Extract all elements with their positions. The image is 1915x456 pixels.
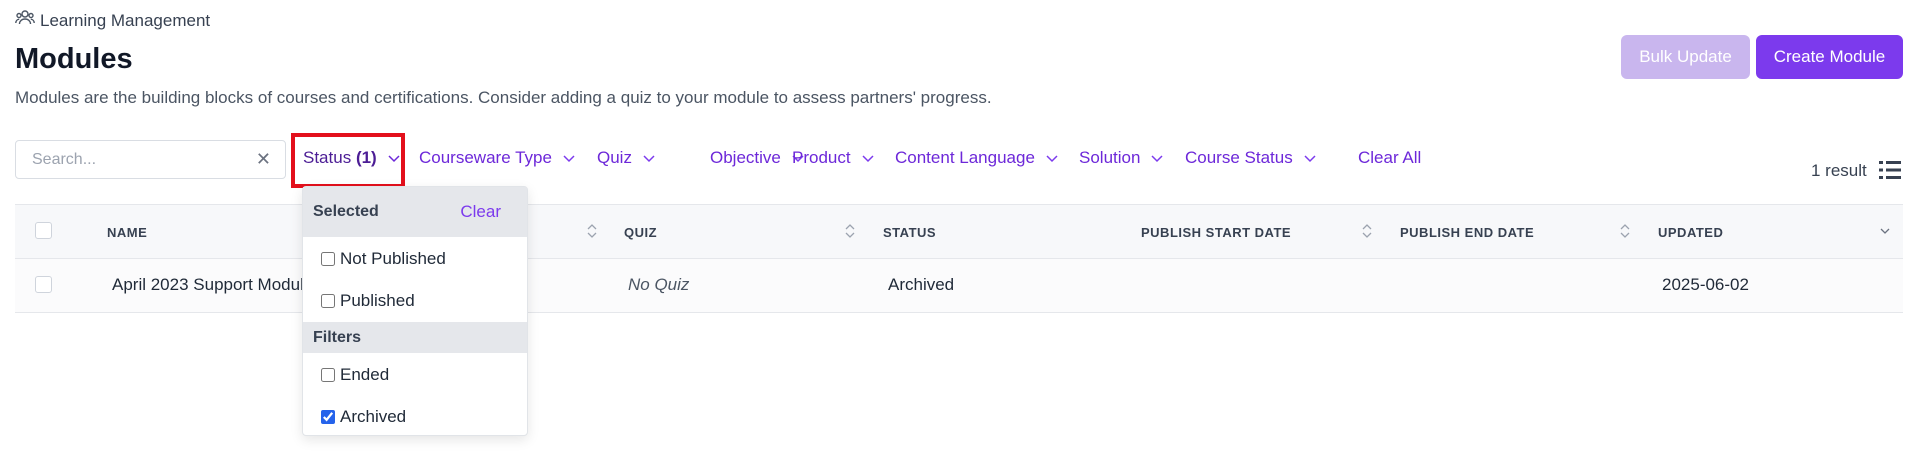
dropdown-selected-label: Selected [313, 203, 379, 220]
filter-content-language-label: Content Language [895, 148, 1035, 167]
clear-all-filters-link[interactable]: Clear All [1358, 148, 1421, 168]
filter-courseware-type[interactable]: Courseware Type [419, 148, 576, 168]
published-checkbox[interactable] [321, 294, 335, 308]
page-title: Modules [15, 43, 133, 75]
result-count: 1 result [1811, 161, 1867, 180]
filter-course-status[interactable]: Course Status [1185, 148, 1317, 168]
option-label: Archived [340, 407, 407, 426]
dropdown-clear-link[interactable]: Clear [460, 202, 501, 222]
filter-course-status-label: Course Status [1185, 148, 1293, 167]
chevron-down-icon [1151, 155, 1163, 163]
chevron-down-icon[interactable] [1879, 224, 1891, 238]
filter-status-count: (1) [355, 148, 377, 167]
quiz-cell: No Quiz [628, 275, 690, 294]
bulk-update-button[interactable]: Bulk Update [1621, 35, 1750, 79]
option-ended[interactable]: Ended [321, 365, 389, 385]
search-box: ✕ [15, 140, 286, 179]
users-icon [15, 9, 35, 32]
column-header-name[interactable]: NAME [107, 225, 147, 240]
sort-icon[interactable] [845, 222, 855, 240]
chevron-down-icon [643, 155, 655, 163]
select-all-checkbox[interactable] [35, 222, 52, 239]
option-published[interactable]: Published [321, 291, 415, 311]
status-cell: Archived [888, 275, 955, 294]
sort-icon[interactable] [587, 222, 597, 240]
clear-search-icon[interactable]: ✕ [256, 149, 271, 170]
dropdown-filters-label: Filters [313, 328, 362, 346]
chevron-down-icon [862, 155, 874, 163]
chevron-down-icon [388, 155, 400, 163]
filter-quiz[interactable]: Quiz [597, 148, 656, 168]
search-input[interactable] [30, 149, 256, 170]
sort-icon[interactable] [1362, 222, 1372, 240]
sort-icon[interactable] [1620, 222, 1630, 240]
filter-status-label: Status (1) [303, 148, 377, 168]
chevron-down-icon [1304, 155, 1316, 163]
page-subtitle: Modules are the building blocks of cours… [15, 88, 992, 107]
dropdown-selected-header: Selected Clear [303, 187, 527, 237]
filter-quiz-label: Quiz [597, 148, 632, 167]
archived-checkbox[interactable] [321, 410, 335, 424]
option-label: Published [340, 291, 415, 310]
module-name-cell[interactable]: April 2023 Support Module [112, 275, 313, 295]
filter-content-language[interactable]: Content Language [895, 148, 1059, 168]
ended-checkbox[interactable] [321, 368, 335, 382]
option-archived[interactable]: Archived [321, 407, 406, 427]
status-filter-dropdown: Selected Clear Not Published Published F… [302, 186, 528, 436]
filter-product-label: Product [792, 148, 851, 167]
chevron-down-icon [1046, 155, 1058, 163]
option-not-published[interactable]: Not Published [321, 249, 446, 269]
row-checkbox[interactable] [35, 276, 52, 293]
filter-objective[interactable]: Objective [710, 148, 805, 168]
updated-cell: 2025-06-02 [1662, 275, 1749, 294]
breadcrumb[interactable]: Learning Management [15, 9, 210, 32]
option-label: Not Published [340, 249, 446, 268]
filter-solution[interactable]: Solution [1079, 148, 1164, 168]
chevron-down-icon [563, 155, 575, 163]
breadcrumb-label: Learning Management [40, 10, 211, 30]
create-module-button[interactable]: Create Module [1756, 35, 1903, 79]
not-published-checkbox[interactable] [321, 252, 335, 266]
column-header-quiz[interactable]: QUIZ [624, 225, 657, 240]
filter-courseware-type-label: Courseware Type [419, 148, 552, 167]
dropdown-filters-header: Filters [303, 322, 527, 353]
filter-product[interactable]: Product [792, 148, 875, 168]
column-header-publish-start[interactable]: PUBLISH START DATE [1141, 225, 1291, 240]
column-header-publish-end[interactable]: PUBLISH END DATE [1400, 225, 1534, 240]
filter-status[interactable]: Status (1) [303, 148, 401, 168]
option-label: Ended [340, 365, 390, 384]
column-header-updated[interactable]: UPDATED [1658, 225, 1723, 240]
column-header-status[interactable]: STATUS [883, 225, 936, 240]
list-view-icon[interactable] [1879, 160, 1901, 180]
filter-solution-label: Solution [1079, 148, 1141, 167]
filter-status-text: Status [303, 148, 352, 167]
filter-objective-label: Objective [710, 148, 781, 167]
